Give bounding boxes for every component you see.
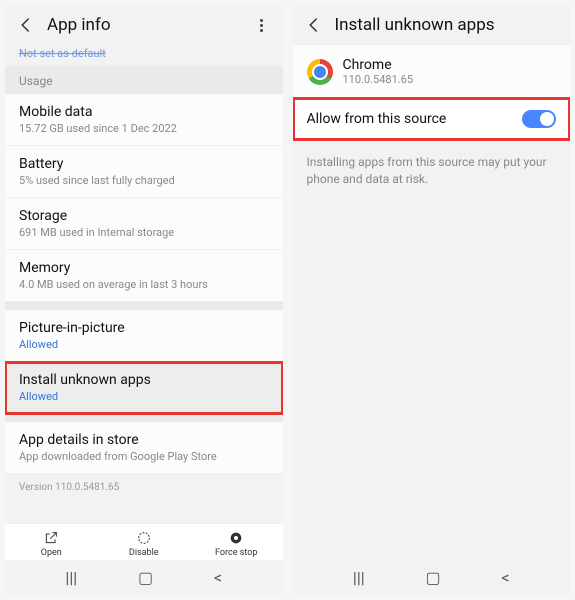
default-status: Not set as default — [5, 45, 283, 66]
app-info-row: Chrome 110.0.5481.65 — [293, 45, 571, 98]
page-title: Install unknown apps — [335, 15, 559, 35]
spacer — [293, 202, 571, 560]
action-label: Force stop — [215, 548, 257, 558]
divider — [5, 414, 283, 422]
action-label: Open — [41, 548, 62, 558]
toggle-label: Allow from this source — [307, 111, 447, 127]
item-subtitle: App downloaded from Google Play Store — [19, 450, 269, 463]
memory-item[interactable]: Memory 4.0 MB used on average in last 3 … — [5, 250, 283, 302]
picture-in-picture-item[interactable]: Picture-in-picture Allowed — [5, 310, 283, 362]
home-icon[interactable]: ▢ — [138, 568, 153, 587]
content: Not set as default Usage Mobile data 15.… — [5, 45, 283, 523]
app-info-screen: App info Not set as default Usage Mobile… — [5, 5, 283, 595]
open-button[interactable]: Open — [5, 530, 98, 558]
home-icon[interactable]: ▢ — [425, 568, 440, 587]
recents-icon[interactable]: ||| — [353, 568, 365, 587]
page-title: App info — [47, 15, 253, 35]
allow-source-row[interactable]: Allow from this source — [293, 98, 571, 140]
item-title: Install unknown apps — [19, 372, 269, 388]
item-title: Battery — [19, 156, 269, 172]
item-subtitle: 5% used since last fully charged — [19, 174, 269, 187]
item-title: Mobile data — [19, 104, 269, 120]
overflow-menu-icon[interactable] — [253, 19, 271, 32]
action-label: Disable — [129, 548, 159, 558]
force-stop-button[interactable]: Force stop — [190, 530, 283, 558]
storage-item[interactable]: Storage 691 MB used in Internal storage — [5, 198, 283, 250]
usage-section-label: Usage — [5, 66, 283, 94]
app-details-item[interactable]: App details in store App downloaded from… — [5, 422, 283, 474]
item-title: Picture-in-picture — [19, 320, 269, 336]
system-navbar: ||| ▢ < — [5, 560, 283, 595]
back-nav-icon[interactable]: < — [214, 568, 222, 587]
battery-item[interactable]: Battery 5% used since last fully charged — [5, 146, 283, 198]
install-unknown-apps-item[interactable]: Install unknown apps Allowed — [5, 362, 283, 414]
item-subtitle: 691 MB used in Internal storage — [19, 226, 269, 239]
app-version: 110.0.5481.65 — [343, 73, 414, 86]
bottom-actions: Open Disable Force stop — [5, 523, 283, 560]
item-subtitle: 15.72 GB used since 1 Dec 2022 — [19, 122, 269, 135]
back-icon[interactable] — [305, 16, 323, 34]
item-subtitle: Allowed — [19, 390, 269, 403]
item-subtitle: 4.0 MB used on average in last 3 hours — [19, 278, 269, 291]
chrome-icon — [307, 59, 333, 85]
item-title: App details in store — [19, 432, 269, 448]
header: Install unknown apps — [293, 5, 571, 45]
app-name: Chrome — [343, 57, 414, 73]
mobile-data-item[interactable]: Mobile data 15.72 GB used since 1 Dec 20… — [5, 94, 283, 146]
disable-button[interactable]: Disable — [98, 530, 191, 558]
item-title: Memory — [19, 260, 269, 276]
version-text: Version 110.0.5481.65 — [5, 474, 283, 501]
header: App info — [5, 5, 283, 45]
item-subtitle: Allowed — [19, 338, 269, 351]
divider — [5, 302, 283, 310]
app-text: Chrome 110.0.5481.65 — [343, 57, 414, 86]
back-icon[interactable] — [17, 16, 35, 34]
allow-source-toggle[interactable] — [522, 110, 556, 128]
item-title: Storage — [19, 208, 269, 224]
recents-icon[interactable]: ||| — [65, 568, 77, 587]
warning-text: Installing apps from this source may put… — [293, 140, 571, 202]
back-nav-icon[interactable]: < — [501, 568, 509, 587]
install-unknown-apps-screen: Install unknown apps Chrome 110.0.5481.6… — [293, 5, 571, 595]
system-navbar: ||| ▢ < — [293, 560, 571, 595]
